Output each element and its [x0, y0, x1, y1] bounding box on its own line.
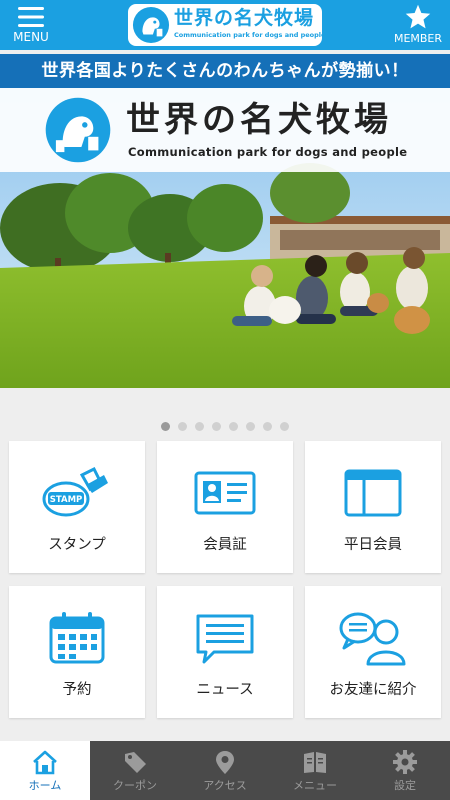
- refer-friend-icon: [339, 612, 406, 666]
- nav-item-access[interactable]: アクセス: [180, 741, 270, 800]
- carousel-dot[interactable]: [263, 422, 272, 431]
- nav-label: クーポン: [113, 779, 157, 792]
- nav-label: ホーム: [28, 779, 62, 792]
- banner-logo-strip: 世界の名犬牧場 Communication park for dogs and …: [0, 88, 450, 172]
- star-icon: [405, 4, 431, 29]
- gear-icon: [393, 750, 417, 774]
- news-icon: [196, 614, 254, 664]
- carousel-dot[interactable]: [246, 422, 255, 431]
- banner-subtitle: Communication park for dogs and people: [128, 145, 408, 159]
- nav-label: 設定: [394, 779, 416, 792]
- stamp-text: STAMP: [50, 495, 83, 505]
- nav-item-menu[interactable]: メニュー: [270, 741, 360, 800]
- tile-reservation[interactable]: 予約: [9, 586, 145, 718]
- stamp-icon: STAMP: [42, 466, 108, 517]
- tagline-banner: 世界各国よりたくさんのわんちゃんが勢揃い！: [0, 54, 450, 88]
- tile-weekday-member[interactable]: 平日会員: [305, 441, 441, 573]
- member-button[interactable]: MEMBER: [390, 2, 446, 48]
- menu-label: MENU: [13, 30, 49, 44]
- tile-label: スタンプ: [48, 537, 106, 553]
- logo-title: 世界の名犬牧場: [174, 7, 315, 29]
- coupon-icon: [125, 752, 146, 773]
- carousel-dot[interactable]: [212, 422, 221, 431]
- nav-label: メニュー: [293, 779, 337, 792]
- tile-label: 予約: [62, 682, 92, 698]
- nav-label: アクセス: [203, 779, 247, 792]
- tile-stamp[interactable]: STAMP スタンプ: [9, 441, 145, 573]
- dog-logo-icon: [132, 6, 170, 44]
- banner-title: 世界の名犬牧場: [126, 100, 392, 140]
- tile-member-card[interactable]: 会員証: [157, 441, 293, 573]
- bottom-navigation: ホーム クーポン アクセス メニュー 設定: [0, 741, 450, 800]
- carousel-dot[interactable]: [195, 422, 204, 431]
- tile-label: ニュース: [196, 682, 254, 698]
- book-icon: [304, 752, 326, 773]
- app-header: MENU 世界の名犬牧場 Communication park for dogs…: [0, 0, 450, 50]
- hero-carousel[interactable]: 世界の名犬牧場 Communication park for dogs and …: [0, 88, 450, 388]
- home-icon: [33, 750, 57, 775]
- nav-item-home[interactable]: ホーム: [0, 741, 90, 800]
- tile-label: 会員証: [203, 537, 247, 553]
- nav-item-settings[interactable]: 設定: [360, 741, 450, 800]
- member-label: MEMBER: [393, 32, 443, 45]
- carousel-indicators: [0, 416, 450, 431]
- map-pin-icon: [216, 751, 234, 774]
- nav-item-coupon[interactable]: クーポン: [90, 741, 180, 800]
- carousel-dot[interactable]: [161, 422, 170, 431]
- tile-label: お友達に紹介: [329, 682, 417, 698]
- carousel-dot[interactable]: [229, 422, 238, 431]
- tile-label: 平日会員: [344, 537, 402, 553]
- carousel-dot[interactable]: [178, 422, 187, 431]
- calendar-icon: [49, 612, 105, 664]
- app-logo: 世界の名犬牧場 Communication park for dogs and …: [128, 4, 326, 46]
- tile-refer-friend[interactable]: お友達に紹介: [305, 586, 441, 718]
- tile-news[interactable]: ニュース: [157, 586, 293, 718]
- logo-subtitle: Communication park for dogs and people: [174, 31, 326, 39]
- carousel-dot[interactable]: [280, 422, 289, 431]
- dog-logo-icon: [45, 97, 111, 163]
- menu-button[interactable]: MENU: [4, 4, 58, 48]
- member-card-icon: [194, 471, 256, 515]
- hamburger-icon: [18, 7, 44, 27]
- weekday-member-icon: [344, 469, 402, 517]
